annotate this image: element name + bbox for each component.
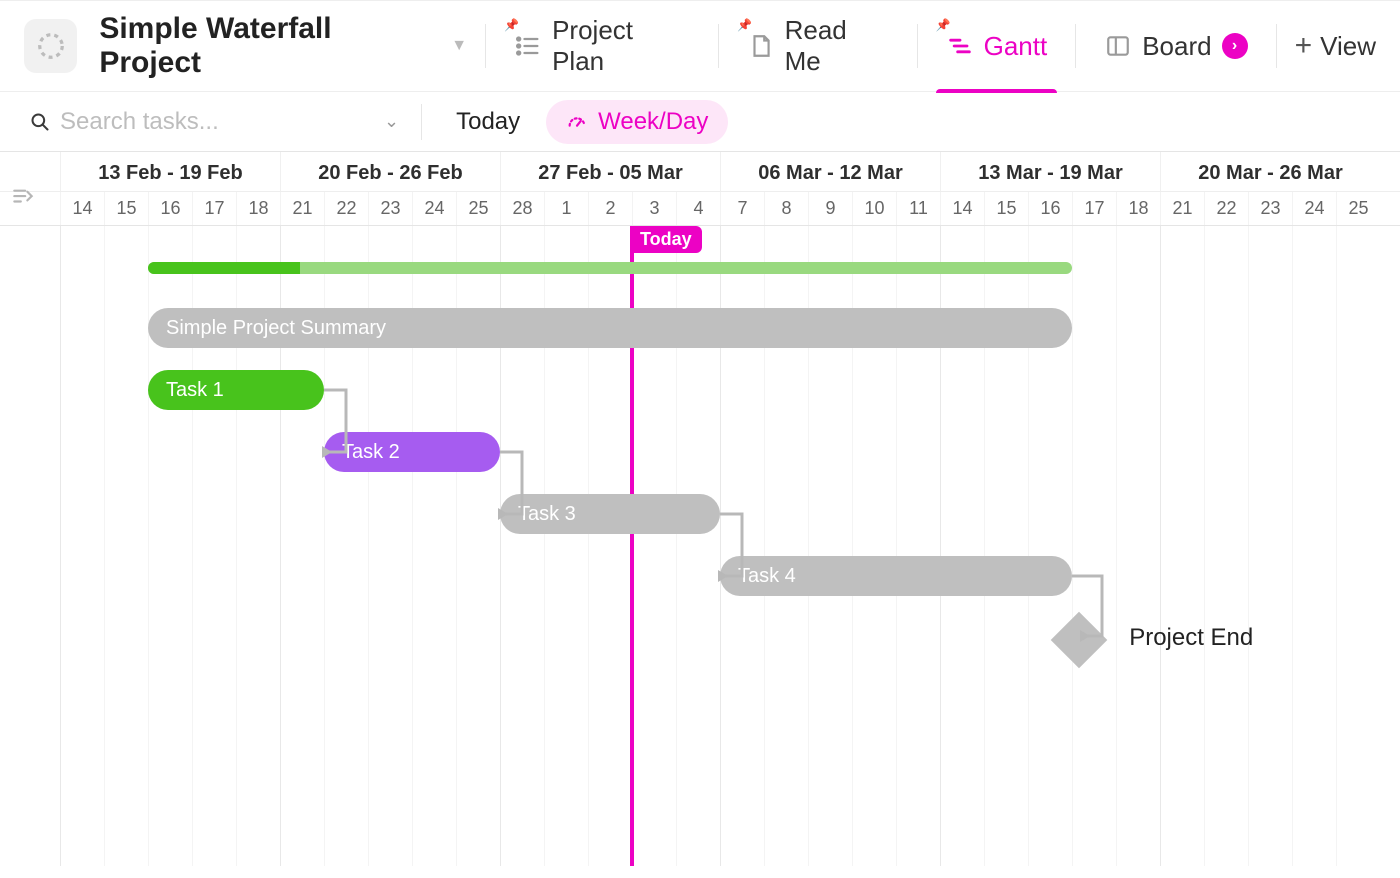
tab-label: Read Me [785,15,889,77]
task-label: Task 3 [518,503,576,526]
tab-board[interactable]: Board › [1094,0,1257,92]
task-label: Task 4 [738,565,796,588]
day-header[interactable]: 3 [632,192,676,225]
day-header[interactable]: 25 [456,192,500,225]
day-header[interactable]: 7 [720,192,764,225]
day-header[interactable]: 18 [1116,192,1160,225]
day-header[interactable]: 22 [324,192,368,225]
summary-label: Simple Project Summary [166,317,386,340]
day-header[interactable]: 10 [852,192,896,225]
summary-bar[interactable]: Simple Project Summary [148,308,1072,348]
day-header[interactable]: 2 [588,192,632,225]
day-header[interactable]: 17 [192,192,236,225]
day-header[interactable]: 17 [1072,192,1116,225]
chevron-down-icon[interactable]: ⌄ [384,111,399,132]
day-header[interactable]: 23 [1248,192,1292,225]
chevron-down-icon[interactable]: ▼ [451,37,467,55]
day-header[interactable]: 14 [940,192,984,225]
separator [421,104,422,140]
document-icon [747,32,775,60]
pin-icon: 📌 [504,18,519,32]
day-header[interactable]: 21 [1160,192,1204,225]
week-header[interactable]: 06 Mar - 12 Mar [720,152,940,191]
day-header[interactable]: 21 [280,192,324,225]
separator [718,24,719,68]
day-header[interactable]: 28 [500,192,544,225]
gantt-toolbar: ⌄ Today Week/Day [0,92,1400,152]
search-icon [30,110,50,134]
week-header[interactable]: 20 Mar - 26 Mar [1160,152,1380,191]
day-header[interactable]: 18 [236,192,280,225]
task-bar-2[interactable]: Task 2 [324,432,500,472]
task-bar-4[interactable]: Task 4 [720,556,1072,596]
separator [1276,24,1277,68]
week-header[interactable]: 13 Mar - 19 Mar [940,152,1160,191]
gantt-timeline: 13 Feb - 19 Feb 20 Feb - 26 Feb 27 Feb -… [0,152,1400,878]
tab-label: Board [1142,31,1211,62]
search-wrap [30,108,370,136]
day-header[interactable]: 23 [368,192,412,225]
milestone-label: Project End [1129,624,1253,652]
tab-gantt[interactable]: 📌 Gantt [936,0,1058,92]
gantt-chart-body[interactable]: Today Simple Project Summary Task 1 Task… [0,226,1400,866]
task-bar-3[interactable]: Task 3 [500,494,720,534]
search-input[interactable] [60,108,370,136]
task-label: Task 2 [342,441,400,464]
day-header[interactable]: 11 [896,192,940,225]
tab-read-me[interactable]: 📌 Read Me [737,0,899,92]
loading-circle-icon [36,31,66,61]
overall-progress-bar[interactable] [148,262,1072,274]
day-header-row: 1415161718212223242528123478910111415161… [0,192,1400,226]
day-header[interactable]: 15 [104,192,148,225]
task-bar-1[interactable]: Task 1 [148,370,324,410]
task-label: Task 1 [166,379,224,402]
day-header[interactable]: 1 [544,192,588,225]
tab-project-plan[interactable]: 📌 Project Plan [504,0,700,92]
day-header[interactable]: 15 [984,192,1028,225]
week-header-row: 13 Feb - 19 Feb 20 Feb - 26 Feb 27 Feb -… [0,152,1400,192]
day-header[interactable]: 22 [1204,192,1248,225]
week-header[interactable]: 20 Feb - 26 Feb [280,152,500,191]
list-icon [514,32,542,60]
tab-label: Project Plan [552,15,690,77]
day-header[interactable]: 9 [808,192,852,225]
week-header[interactable]: 27 Feb - 05 Mar [500,152,720,191]
separator [1075,24,1076,68]
week-header[interactable]: 13 Feb - 19 Feb [60,152,280,191]
chevron-right-icon[interactable]: › [1222,33,1248,59]
today-button[interactable]: Today [444,102,532,142]
project-title[interactable]: Simple Waterfall Project [99,12,437,80]
day-header[interactable]: 4 [676,192,720,225]
separator [917,24,918,68]
add-view-label: View [1320,31,1376,62]
day-header[interactable]: 8 [764,192,808,225]
tab-label: Gantt [984,31,1048,62]
today-marker-badge: Today [630,226,702,253]
timescale-label: Week/Day [598,108,708,136]
project-avatar[interactable] [24,19,77,73]
board-icon [1104,32,1132,60]
day-header[interactable]: 14 [60,192,104,225]
pin-icon: 📌 [737,18,752,32]
add-view-button[interactable]: + View [1295,29,1376,63]
day-header[interactable]: 24 [412,192,456,225]
app-header: Simple Waterfall Project ▼ 📌 Project Pla… [0,0,1400,92]
expand-sidebar-icon[interactable] [10,182,36,213]
gauge-icon [566,111,588,133]
day-header[interactable]: 16 [148,192,192,225]
day-header[interactable]: 16 [1028,192,1072,225]
progress-done [148,262,300,274]
separator [485,24,486,68]
gantt-icon [946,32,974,60]
day-header[interactable]: 24 [1292,192,1336,225]
day-header[interactable]: 25 [1336,192,1380,225]
timescale-chip[interactable]: Week/Day [546,100,728,144]
plus-icon: + [1295,29,1313,63]
pin-icon: 📌 [936,18,951,32]
